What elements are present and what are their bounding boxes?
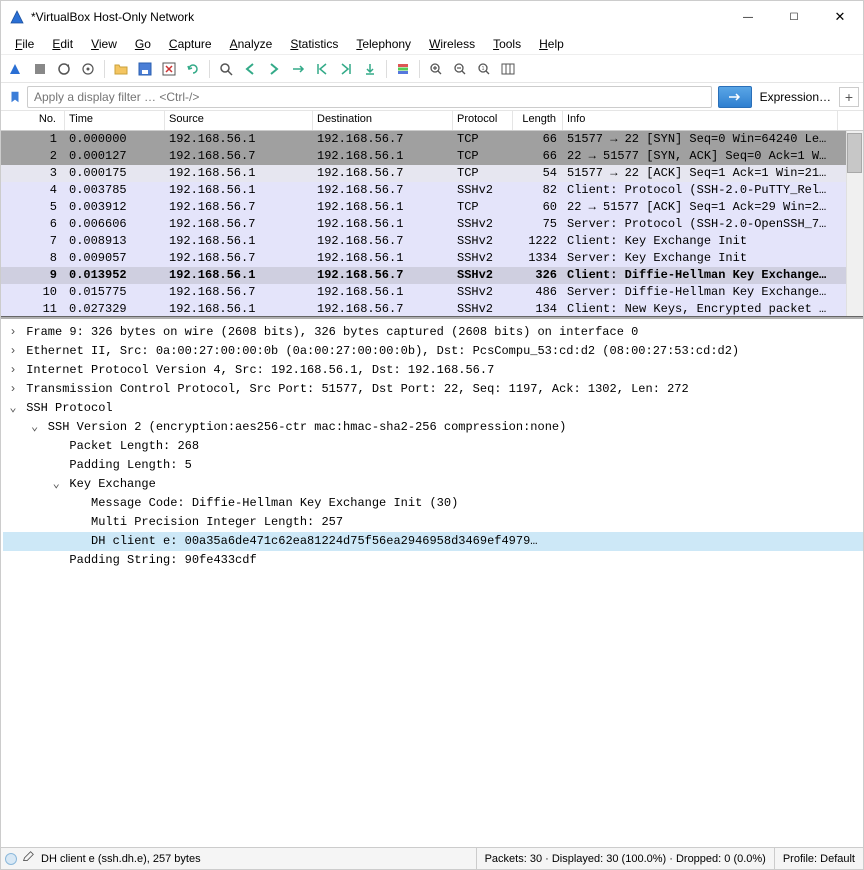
close-file-button[interactable]: [158, 58, 180, 80]
menu-edit[interactable]: Edit: [44, 35, 81, 53]
menu-go[interactable]: Go: [127, 35, 159, 53]
main-toolbar: 1: [1, 55, 863, 83]
minimize-button[interactable]: —: [725, 1, 771, 33]
reload-button[interactable]: [182, 58, 204, 80]
packet-list-body[interactable]: 10.000000192.168.56.1192.168.56.7TCP6651…: [1, 131, 863, 317]
col-length[interactable]: Length: [513, 111, 563, 130]
detail-line[interactable]: Packet Length: 268: [3, 437, 863, 456]
go-last-button[interactable]: [335, 58, 357, 80]
detail-line[interactable]: Multi Precision Integer Length: 257: [3, 513, 863, 532]
menu-wireless[interactable]: Wireless: [421, 35, 483, 53]
resize-columns-button[interactable]: [497, 58, 519, 80]
shark-fin-icon[interactable]: [5, 58, 27, 80]
detail-line[interactable]: › Ethernet II, Src: 0a:00:27:00:00:0b (0…: [3, 342, 863, 361]
close-button[interactable]: ✕: [817, 1, 863, 33]
col-no[interactable]: No.: [1, 111, 65, 130]
bookmark-filter-icon[interactable]: [5, 87, 25, 107]
filter-toolbar: Expression… +: [1, 83, 863, 111]
status-field-text: DH client e (ssh.dh.e), 257 bytes: [41, 853, 201, 865]
menu-statistics[interactable]: Statistics: [282, 35, 346, 53]
menu-capture[interactable]: Capture: [161, 35, 220, 53]
packet-row[interactable]: 40.003785192.168.56.1192.168.56.7SSHv282…: [1, 182, 863, 199]
colorize-button[interactable]: [392, 58, 414, 80]
packet-row[interactable]: 10.000000192.168.56.1192.168.56.7TCP6651…: [1, 131, 863, 148]
menu-tools[interactable]: Tools: [485, 35, 529, 53]
col-source[interactable]: Source: [165, 111, 313, 130]
titlebar: *VirtualBox Host-Only Network — ☐ ✕: [1, 1, 863, 33]
svg-text:1: 1: [482, 66, 485, 72]
edit-capture-comment-icon[interactable]: [21, 850, 35, 867]
save-file-button[interactable]: [134, 58, 156, 80]
packet-list-scroll-thumb[interactable]: [847, 133, 862, 173]
packet-row[interactable]: 90.013952192.168.56.1192.168.56.7SSHv232…: [1, 267, 863, 284]
packet-row[interactable]: 70.008913192.168.56.1192.168.56.7SSHv212…: [1, 233, 863, 250]
menubar: FileEditViewGoCaptureAnalyzeStatisticsTe…: [1, 33, 863, 55]
detail-line[interactable]: DH client e: 00a35a6de471c62ea81224d75f5…: [3, 532, 863, 551]
packet-list-header: No. Time Source Destination Protocol Len…: [1, 111, 863, 131]
menu-telephony[interactable]: Telephony: [348, 35, 419, 53]
detail-line[interactable]: Padding String: 90fe433cdf: [3, 551, 863, 570]
col-info[interactable]: Info: [563, 111, 838, 130]
auto-scroll-button[interactable]: [359, 58, 381, 80]
statusbar: DH client e (ssh.dh.e), 257 bytes Packet…: [1, 847, 863, 869]
packet-row[interactable]: 110.027329192.168.56.1192.168.56.7SSHv21…: [1, 301, 863, 317]
detail-line[interactable]: ⌄ SSH Version 2 (encryption:aes256-ctr m…: [3, 418, 863, 437]
zoom-out-button[interactable]: [449, 58, 471, 80]
packet-row[interactable]: 80.009057192.168.56.7192.168.56.1SSHv213…: [1, 250, 863, 267]
display-filter-input[interactable]: [27, 86, 712, 108]
apply-filter-button[interactable]: [718, 86, 752, 108]
detail-line[interactable]: ⌄ SSH Protocol: [3, 399, 863, 418]
packet-row[interactable]: 60.006606192.168.56.7192.168.56.1SSHv275…: [1, 216, 863, 233]
detail-line[interactable]: Message Code: Diffie-Hellman Key Exchang…: [3, 494, 863, 513]
col-dest[interactable]: Destination: [313, 111, 453, 130]
add-filter-button[interactable]: +: [839, 87, 859, 107]
status-stats: Packets: 30 · Displayed: 30 (100.0%) · D…: [476, 848, 774, 869]
expression-button[interactable]: Expression…: [754, 90, 837, 104]
restart-capture-button[interactable]: [53, 58, 75, 80]
packet-details-pane[interactable]: › Frame 9: 326 bytes on wire (2608 bits)…: [1, 317, 863, 847]
menu-analyze[interactable]: Analyze: [222, 35, 281, 53]
packet-list-pane: No. Time Source Destination Protocol Len…: [1, 111, 863, 317]
detail-line[interactable]: › Transmission Control Protocol, Src Por…: [3, 380, 863, 399]
col-protocol[interactable]: Protocol: [453, 111, 513, 130]
go-first-button[interactable]: [311, 58, 333, 80]
packet-row[interactable]: 100.015775192.168.56.7192.168.56.1SSHv24…: [1, 284, 863, 301]
menu-file[interactable]: File: [7, 35, 42, 53]
menu-view[interactable]: View: [83, 35, 125, 53]
packet-row[interactable]: 20.000127192.168.56.7192.168.56.1TCP6622…: [1, 148, 863, 165]
app-icon: [9, 9, 25, 25]
capture-options-button[interactable]: [77, 58, 99, 80]
zoom-in-button[interactable]: [425, 58, 447, 80]
menu-help[interactable]: Help: [531, 35, 572, 53]
zoom-reset-button[interactable]: 1: [473, 58, 495, 80]
open-file-button[interactable]: [110, 58, 132, 80]
stop-capture-button[interactable]: [29, 58, 51, 80]
detail-line[interactable]: Padding Length: 5: [3, 456, 863, 475]
detail-line[interactable]: ⌄ Key Exchange: [3, 475, 863, 494]
window-title: *VirtualBox Host-Only Network: [31, 10, 194, 24]
find-packet-button[interactable]: [215, 58, 237, 80]
detail-line[interactable]: › Frame 9: 326 bytes on wire (2608 bits)…: [3, 323, 863, 342]
maximize-button[interactable]: ☐: [771, 1, 817, 33]
expert-info-icon[interactable]: [5, 853, 17, 865]
go-back-button[interactable]: [239, 58, 261, 80]
packet-row[interactable]: 30.000175192.168.56.1192.168.56.7TCP5451…: [1, 165, 863, 182]
col-time[interactable]: Time: [65, 111, 165, 130]
go-to-packet-button[interactable]: [287, 58, 309, 80]
status-profile[interactable]: Profile: Default: [774, 848, 863, 869]
detail-line[interactable]: › Internet Protocol Version 4, Src: 192.…: [3, 361, 863, 380]
go-forward-button[interactable]: [263, 58, 285, 80]
packet-row[interactable]: 50.003912192.168.56.7192.168.56.1TCP6022…: [1, 199, 863, 216]
